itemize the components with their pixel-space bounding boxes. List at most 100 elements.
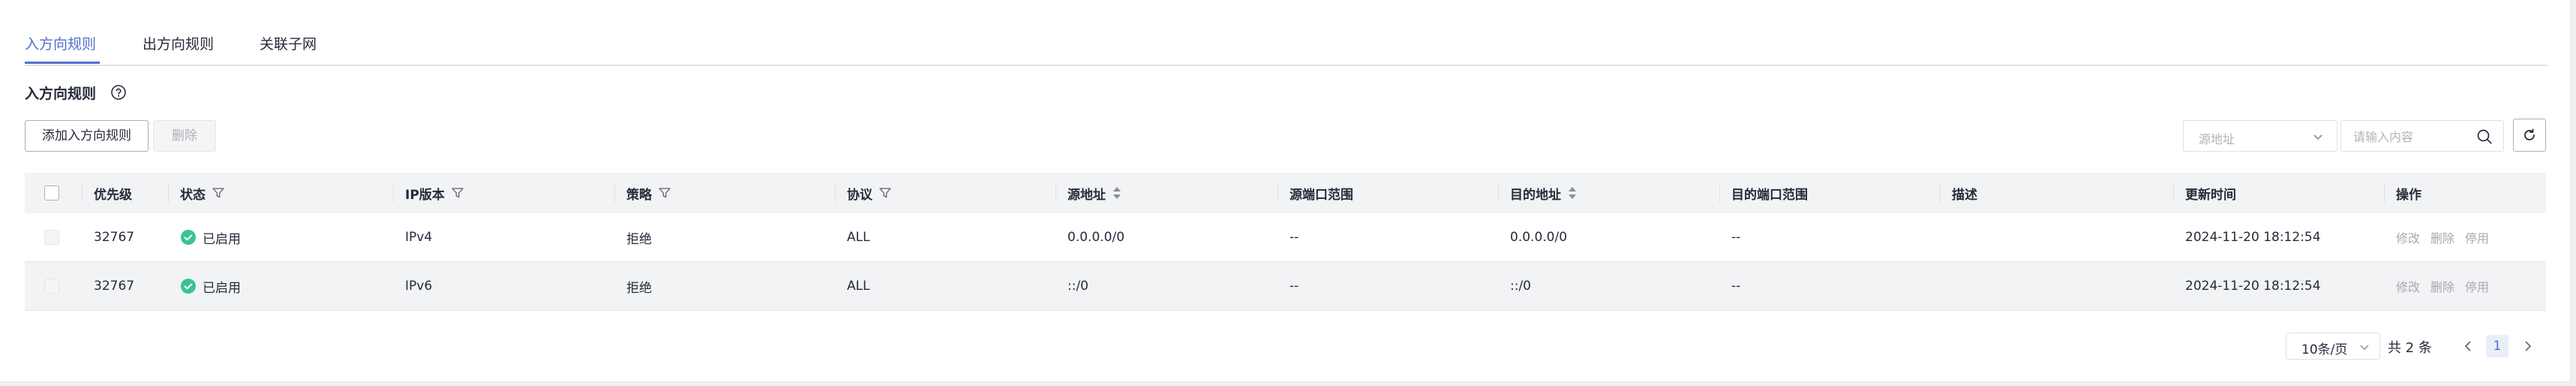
header-source-port: 源端口范围 (1290, 187, 1353, 203)
header-status: 状态 (180, 173, 225, 213)
page-size-value: 10条/页 (2301, 342, 2348, 357)
filter-field-select[interactable]: 源地址 (2183, 120, 2337, 152)
section-title: 入方向规则 (25, 86, 97, 102)
header-destination-label: 目的地址 (1510, 187, 1561, 203)
cell-source: 0.0.0.0/0 (1067, 230, 1125, 245)
cell-status: 已启用 (180, 213, 241, 261)
cell-policy: 拒绝 (626, 231, 652, 247)
column-divider (2384, 183, 2385, 203)
delete-link[interactable]: 删除 (2430, 277, 2454, 295)
cell-source: ::/0 (1067, 279, 1088, 294)
active-tab-underline (25, 62, 100, 64)
header-priority: 优先级 (94, 187, 132, 203)
column-divider (835, 183, 836, 203)
edit-link[interactable]: 修改 (2396, 277, 2420, 295)
search-input[interactable] (2352, 125, 2475, 148)
cell-status: 已启用 (180, 262, 241, 310)
row-select-cell (44, 213, 59, 261)
chevron-down-icon (2313, 134, 2322, 140)
header-destination-port: 目的端口范围 (1731, 187, 1808, 203)
column-divider (1498, 183, 1499, 203)
tab-associated-subnets[interactable]: 关联子网 (260, 33, 317, 53)
filter-icon[interactable] (451, 186, 464, 200)
filter-icon[interactable] (878, 186, 892, 200)
cell-operations: 修改 删除 停用 (2396, 213, 2499, 261)
header-ip-version: IP版本 (405, 173, 464, 213)
cell-operations: 修改 删除 停用 (2396, 262, 2499, 310)
cell-protocol: ALL (847, 230, 870, 245)
cell-destination: ::/0 (1510, 279, 1531, 294)
column-divider (168, 183, 169, 203)
column-divider (614, 183, 615, 203)
disable-link[interactable]: 停用 (2465, 277, 2489, 295)
header-source-label: 源地址 (1067, 187, 1106, 203)
header-protocol: 协议 (847, 173, 892, 213)
row-checkbox[interactable] (44, 230, 59, 245)
header-updated-time: 更新时间 (2185, 187, 2236, 203)
header-protocol-label: 协议 (847, 187, 872, 203)
page-size-select[interactable]: 10条/页 (2286, 333, 2380, 360)
tab-inbound-rules[interactable]: 入方向规则 (25, 33, 96, 53)
search-box (2340, 120, 2504, 152)
cell-destination: 0.0.0.0/0 (1510, 230, 1568, 245)
check-circle-icon (181, 279, 196, 294)
cell-ip-version: IPv4 (405, 230, 433, 245)
edit-link[interactable]: 修改 (2396, 228, 2420, 246)
cell-destination-port: -- (1731, 230, 1741, 245)
check-circle-icon (181, 230, 196, 245)
table-header: 优先级 状态 IP版本 策略 协议 源地址 源端口范围 目的地址 目的端口范围 … (25, 173, 2546, 213)
table-row[interactable]: 32767 已启用 IPv4 拒绝 ALL 0.0.0.0/0 -- 0.0.0… (25, 213, 2546, 262)
select-all-checkbox[interactable] (44, 185, 59, 201)
cell-updated-time: 2024-11-20 18:12:54 (2185, 230, 2321, 245)
refresh-icon (2524, 128, 2535, 140)
delete-link[interactable]: 删除 (2430, 228, 2454, 246)
row-select-cell (44, 262, 59, 310)
tab-bar: 入方向规则 出方向规则 关联子网 (25, 23, 2547, 66)
disable-link[interactable]: 停用 (2465, 228, 2489, 246)
select-all-cell (44, 173, 59, 213)
cell-priority: 32767 (94, 279, 135, 294)
total-count: 共 2 条 (2388, 340, 2432, 356)
cell-policy: 拒绝 (626, 280, 652, 296)
column-divider (82, 183, 83, 203)
header-description: 描述 (1952, 187, 1977, 203)
panel: 入方向规则 出方向规则 关联子网 入方向规则 添加入方向规则 删除 源地址 请输… (0, 0, 2571, 382)
status-text: 已启用 (203, 231, 241, 247)
cell-source-port: -- (1290, 230, 1299, 245)
header-policy-label: 策略 (626, 187, 652, 203)
column-divider (1055, 183, 1056, 203)
add-inbound-rule-button[interactable]: 添加入方向规则 (25, 120, 149, 152)
chevron-down-icon (2360, 345, 2369, 351)
refresh-button[interactable] (2513, 119, 2546, 152)
cell-priority: 32767 (94, 230, 135, 245)
cell-source-port: -- (1290, 279, 1299, 294)
cell-destination-port: -- (1731, 279, 1741, 294)
header-policy: 策略 (626, 173, 671, 213)
page-number-button[interactable]: 1 (2486, 335, 2508, 357)
cell-ip-version: IPv6 (405, 279, 433, 294)
header-operations: 操作 (2396, 187, 2421, 203)
status-text: 已启用 (203, 280, 241, 296)
header-status-label: 状态 (180, 187, 206, 203)
chevron-left-icon[interactable] (2462, 339, 2475, 353)
header-destination: 目的地址 (1510, 173, 1578, 213)
chevron-right-icon[interactable] (2520, 339, 2534, 353)
column-divider (1719, 183, 1720, 203)
filter-icon[interactable] (212, 186, 225, 200)
search-icon[interactable] (2476, 128, 2493, 145)
delete-button[interactable]: 删除 (153, 120, 216, 152)
filter-icon[interactable] (658, 186, 671, 200)
sort-icon[interactable] (1112, 185, 1122, 201)
cell-protocol: ALL (847, 279, 870, 294)
column-divider (393, 183, 394, 203)
column-divider (1277, 183, 1278, 203)
header-ip-version-label: IP版本 (405, 187, 445, 203)
filter-field-value: 源地址 (2199, 132, 2235, 146)
tab-outbound-rules[interactable]: 出方向规则 (143, 33, 214, 53)
cell-updated-time: 2024-11-20 18:12:54 (2185, 279, 2321, 294)
sort-icon[interactable] (1567, 185, 1578, 201)
row-checkbox[interactable] (44, 279, 59, 294)
question-circle-icon[interactable] (110, 84, 127, 101)
header-source: 源地址 (1067, 173, 1122, 213)
table-row[interactable]: 32767 已启用 IPv6 拒绝 ALL ::/0 -- ::/0 -- 20… (25, 262, 2546, 311)
